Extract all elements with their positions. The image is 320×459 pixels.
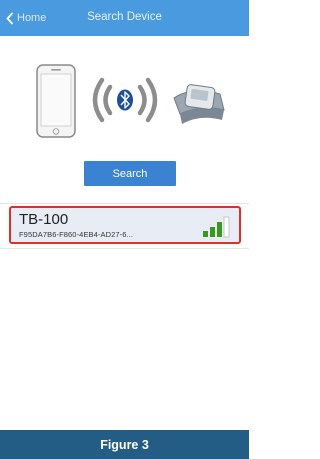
signal-bar xyxy=(210,227,215,237)
signal-waves-right xyxy=(137,77,158,123)
blood-pressure-monitor-icon xyxy=(173,84,225,124)
list-divider xyxy=(0,248,249,249)
search-button[interactable]: Search xyxy=(84,161,176,186)
list-divider xyxy=(0,203,249,204)
signal-bar xyxy=(203,231,208,237)
device-name: TB-100 xyxy=(19,211,69,228)
figure-caption: Figure 3 xyxy=(0,430,249,459)
device-uuid: F95DA7B6-F860-4EB4-AD27-6... xyxy=(19,230,134,239)
smartphone-icon xyxy=(36,64,76,138)
signal-waves-left xyxy=(92,77,113,123)
navigation-bar: Home Search Device xyxy=(0,0,249,36)
signal-bar xyxy=(223,216,230,238)
pairing-illustration xyxy=(36,64,226,140)
signal-bar xyxy=(217,222,222,237)
device-list-item[interactable]: TB-100 F95DA7B6-F860-4EB4-AD27-6... xyxy=(9,206,241,244)
page-title: Search Device xyxy=(87,11,162,23)
signal-strength-icon xyxy=(203,216,230,238)
bluetooth-icon xyxy=(117,89,133,111)
